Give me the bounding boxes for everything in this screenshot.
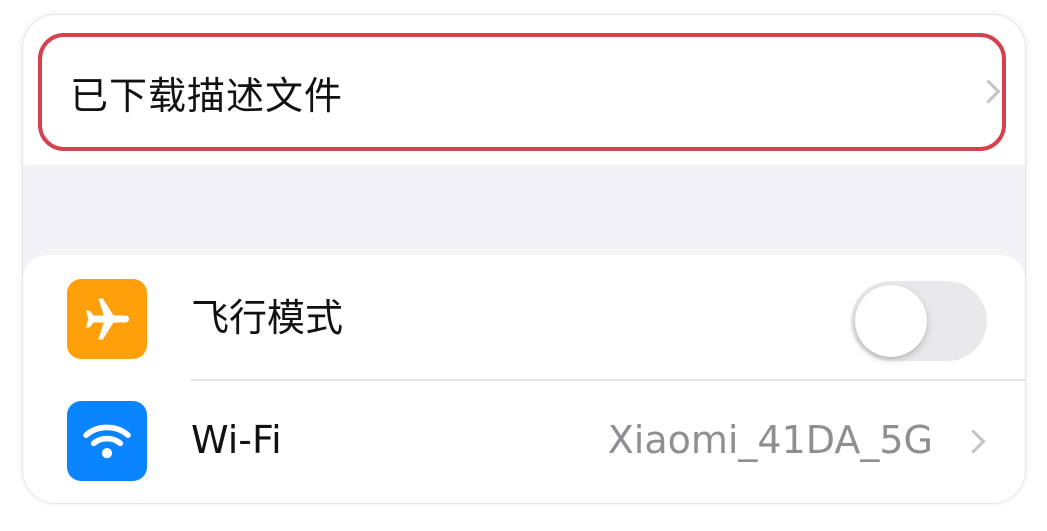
downloaded-profile-row[interactable]: 已下载描述文件	[38, 33, 1006, 151]
profile-card: 已下载描述文件	[23, 15, 1025, 165]
wifi-icon	[67, 401, 147, 481]
wifi-row[interactable]: Wi-Fi Xiaomi_41DA_5G	[23, 381, 1025, 499]
airplane-mode-label: 飞行模式	[191, 296, 344, 340]
airplane-mode-toggle[interactable]	[851, 281, 987, 361]
settings-panel: 已下载描述文件 飞行模式 Wi-Fi Xiaomi_41DA_5G	[22, 14, 1026, 504]
wifi-network-name: Xiaomi_41DA_5G	[607, 418, 933, 462]
chevron-right-icon	[961, 429, 986, 454]
downloaded-profile-label: 已下载描述文件	[70, 73, 344, 118]
chevron-right-icon	[976, 79, 1001, 104]
wifi-label: Wi-Fi	[191, 418, 282, 462]
airplane-icon	[67, 279, 147, 359]
toggle-knob	[855, 285, 927, 357]
airplane-mode-row: 飞行模式	[23, 259, 1025, 381]
connectivity-card: 飞行模式 Wi-Fi Xiaomi_41DA_5G	[23, 255, 1025, 503]
